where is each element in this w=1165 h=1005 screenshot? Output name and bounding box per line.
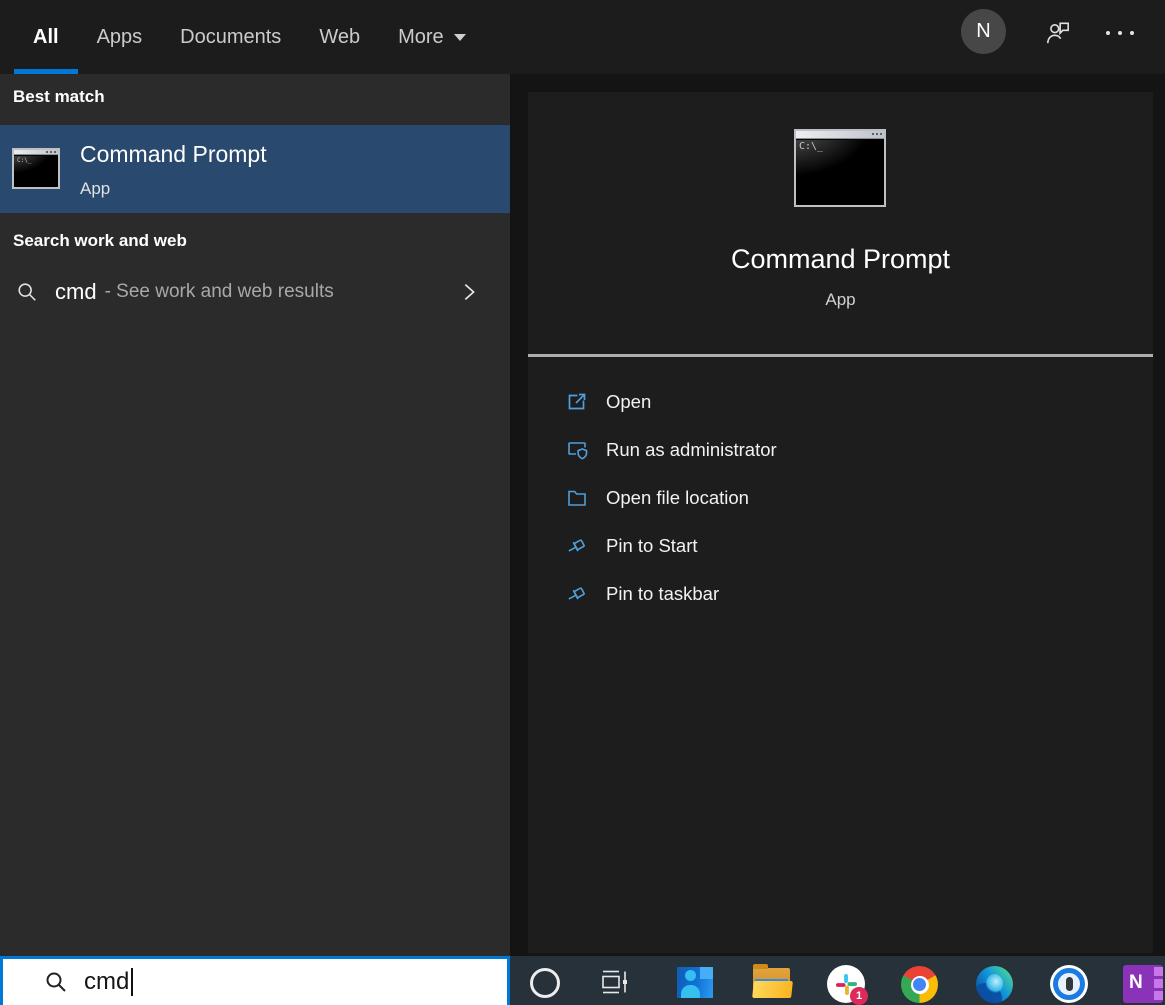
action-pin-to-taskbar[interactable]: Pin to taskbar	[528, 570, 1153, 618]
taskbar: 1 N	[510, 956, 1165, 1005]
preview-app-title: Command Prompt	[528, 244, 1153, 275]
action-label: Open	[606, 391, 651, 413]
command-prompt-icon: C:\_	[12, 148, 60, 189]
cmd-icon-text: C:\_	[799, 141, 823, 152]
pin-icon	[565, 582, 589, 606]
tab-all[interactable]: All	[14, 0, 78, 74]
divider	[528, 354, 1153, 357]
search-input[interactable]: cmd	[0, 956, 510, 1005]
cortana-icon[interactable]	[530, 968, 560, 998]
web-search-query: cmd	[55, 279, 97, 305]
tab-more[interactable]: More	[379, 0, 485, 74]
result-title: Command Prompt	[80, 141, 267, 168]
onenote-icon[interactable]: N	[1123, 965, 1163, 1003]
chevron-right-icon[interactable]	[458, 281, 480, 303]
tab-documents[interactable]: Documents	[161, 0, 300, 74]
search-results-panel: Best match C:\_ Command Prompt App Searc…	[0, 74, 510, 956]
feedback-icon[interactable]	[1043, 18, 1073, 48]
action-list: Open Run as administrator Open file loca…	[528, 378, 1153, 618]
tab-documents-label: Documents	[180, 26, 281, 49]
action-label: Pin to Start	[606, 535, 698, 557]
search-icon	[44, 970, 68, 994]
filter-tabs: All Apps Documents Web More	[14, 0, 485, 74]
action-open[interactable]: Open	[528, 378, 1153, 426]
action-pin-to-start[interactable]: Pin to Start	[528, 522, 1153, 570]
web-search-suffix: - See work and web results	[105, 281, 334, 303]
tab-apps[interactable]: Apps	[78, 0, 162, 74]
action-label: Open file location	[606, 487, 749, 509]
preview-app-subtitle: App	[528, 290, 1153, 310]
onenote-letter: N	[1129, 972, 1143, 994]
admin-shield-icon	[565, 438, 589, 462]
chevron-down-icon	[454, 34, 466, 41]
text-caret	[131, 968, 133, 996]
tab-web[interactable]: Web	[300, 0, 379, 74]
tab-web-label: Web	[319, 26, 360, 49]
search-filter-bar: All Apps Documents Web More N	[0, 0, 1165, 74]
action-label: Pin to taskbar	[606, 583, 719, 605]
action-label: Run as administrator	[606, 439, 777, 461]
action-run-as-administrator[interactable]: Run as administrator	[528, 426, 1153, 474]
task-view-icon[interactable]	[598, 965, 632, 999]
pin-icon	[565, 534, 589, 558]
open-icon	[565, 390, 589, 414]
slack-notification-badge: 1	[850, 987, 868, 1005]
onepassword-icon[interactable]	[1050, 965, 1088, 1003]
slack-icon[interactable]: 1	[827, 965, 865, 1003]
preview-panel: C:\_ Command Prompt App Open Run as admi…	[528, 92, 1153, 953]
command-prompt-icon-large: C:\_	[794, 129, 886, 207]
best-match-result-command-prompt[interactable]: C:\_ Command Prompt App	[0, 125, 510, 213]
tab-apps-label: Apps	[97, 26, 143, 49]
edge-icon[interactable]	[976, 966, 1013, 1003]
avatar-initial: N	[976, 20, 990, 43]
cmd-icon-text: C:\_	[17, 157, 31, 164]
search-icon	[16, 281, 38, 303]
more-options-icon[interactable]	[1106, 31, 1134, 35]
tab-all-label: All	[33, 26, 59, 49]
tab-more-label: More	[398, 26, 444, 49]
web-search-result[interactable]: cmd - See work and web results	[0, 262, 510, 322]
action-open-file-location[interactable]: Open file location	[528, 474, 1153, 522]
web-section-header: Search work and web	[13, 231, 187, 251]
people-icon[interactable]	[677, 967, 713, 998]
search-input-value: cmd	[84, 968, 129, 996]
user-avatar[interactable]: N	[961, 9, 1006, 54]
file-explorer-icon[interactable]	[753, 968, 790, 998]
result-subtitle: App	[80, 179, 110, 199]
folder-icon	[565, 486, 589, 510]
chrome-icon[interactable]	[901, 966, 938, 1003]
best-match-header: Best match	[13, 87, 105, 107]
